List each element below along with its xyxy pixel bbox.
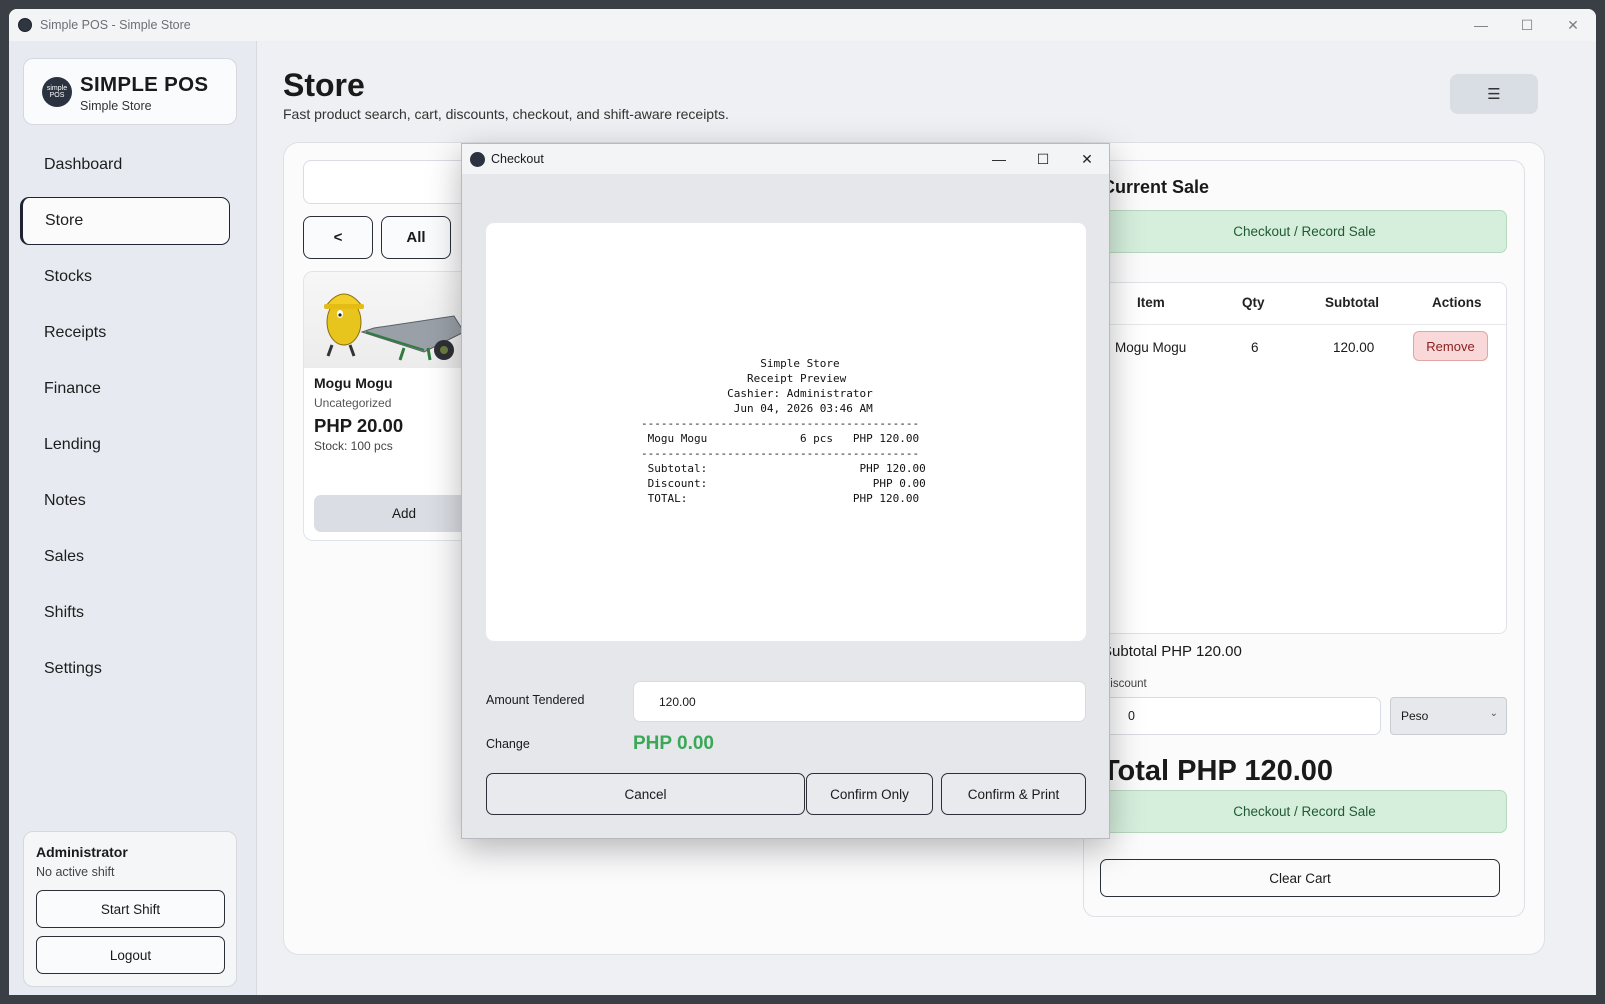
amount-tendered-label: Amount Tendered [486, 693, 585, 707]
discount-input[interactable]: 0 [1102, 697, 1381, 735]
discount-type-select[interactable]: Peso ⌄ [1390, 697, 1507, 735]
cancel-button[interactable]: Cancel [486, 773, 805, 815]
user-card: Administrator No active shift Start Shif… [23, 831, 237, 987]
discount-type-value: Peso [1401, 709, 1429, 723]
receipt-line: Receipt Preview [641, 372, 847, 385]
subtotal-text: Subtotal PHP 120.00 [1102, 643, 1242, 660]
cart-header: Item Qty Subtotal Actions [1103, 283, 1506, 325]
dialog-minimize-icon[interactable]: — [977, 144, 1021, 174]
sidebar-item-finance[interactable]: Finance [20, 365, 244, 413]
checkout-dialog: Checkout — ☐ ✕ Simple Store Receipt Prev… [461, 143, 1110, 839]
page-subtitle: Fast product search, cart, discounts, ch… [283, 106, 729, 122]
change-value: PHP 0.00 [633, 733, 714, 754]
product-category: Uncategorized [314, 396, 392, 410]
brand-card: simple POS SIMPLE POS Simple Store [23, 58, 237, 125]
menu-button[interactable]: ☰ [1450, 74, 1538, 114]
hamburger-icon: ☰ [1487, 86, 1501, 103]
receipt-line: ----------------------------------------… [641, 417, 920, 430]
dialog-maximize-icon[interactable]: ☐ [1021, 144, 1065, 174]
clear-cart-button[interactable]: Clear Cart [1100, 859, 1500, 897]
receipt-text: Simple Store Receipt Preview Cashier: Ad… [641, 356, 926, 506]
product-stock: Stock: 100 pcs [314, 439, 393, 453]
column-header-subtotal: Subtotal [1325, 295, 1379, 310]
cart-item-qty: 6 [1251, 340, 1259, 355]
cart-table: Item Qty Subtotal Actions Mogu Mogu 6 12… [1102, 282, 1507, 634]
confirm-print-button[interactable]: Confirm & Print [941, 773, 1086, 815]
current-sale-panel: Current Sale Checkout / Record Sale Item… [1083, 160, 1525, 917]
dialog-window-controls: — ☐ ✕ [977, 144, 1109, 174]
sidebar-nav: Dashboard Store Stocks Receipts Finance … [20, 141, 244, 701]
brand-logo-icon: simple POS [42, 77, 72, 107]
close-icon[interactable]: ✕ [1550, 9, 1596, 41]
dialog-title-bar: Checkout — ☐ ✕ [462, 144, 1109, 174]
column-header-qty: Qty [1242, 295, 1265, 310]
dialog-close-icon[interactable]: ✕ [1065, 144, 1109, 174]
window-controls: — ☐ ✕ [1458, 9, 1596, 41]
maximize-icon[interactable]: ☐ [1504, 9, 1550, 41]
minimize-icon[interactable]: — [1458, 9, 1504, 41]
page-title: Store [283, 67, 365, 103]
receipt-line: Discount: PHP 0.00 [641, 477, 926, 490]
shift-status: No active shift [36, 865, 115, 879]
checkout-bottom-button[interactable]: Checkout / Record Sale [1102, 790, 1507, 833]
cart-item-subtotal: 120.00 [1333, 340, 1375, 355]
current-sale-title: Current Sale [1102, 177, 1210, 197]
receipt-line: ----------------------------------------… [641, 447, 920, 460]
start-shift-button[interactable]: Start Shift [36, 890, 225, 928]
app-logo-icon [18, 18, 32, 32]
brand-store: Simple Store [80, 99, 152, 113]
product-name: Mogu Mogu [314, 375, 393, 391]
window-title: Simple POS - Simple Store [40, 18, 191, 32]
change-label: Change [486, 737, 530, 751]
remove-item-button[interactable]: Remove [1413, 331, 1488, 361]
brand-name: SIMPLE POS [80, 73, 209, 96]
confirm-only-button[interactable]: Confirm Only [806, 773, 933, 815]
sidebar-item-dashboard[interactable]: Dashboard [20, 141, 244, 189]
receipt-line: Mogu Mogu 6 pcs PHP 120.00 [641, 432, 920, 445]
sidebar-item-store[interactable]: Store [20, 197, 230, 245]
sidebar-item-sales[interactable]: Sales [20, 533, 244, 581]
receipt-line: Cashier: Administrator [641, 387, 873, 400]
receipt-line: Simple Store [641, 357, 840, 370]
title-bar: Simple POS - Simple Store — ☐ ✕ [9, 9, 1596, 41]
dialog-logo-icon [470, 151, 485, 167]
sidebar-item-settings[interactable]: Settings [20, 645, 244, 693]
sidebar: simple POS SIMPLE POS Simple Store Dashb… [9, 41, 257, 995]
checkout-top-button[interactable]: Checkout / Record Sale [1102, 210, 1507, 253]
category-all-button[interactable]: All [381, 216, 451, 259]
sidebar-item-stocks[interactable]: Stocks [20, 253, 244, 301]
receipt-preview: Simple Store Receipt Preview Cashier: Ad… [486, 223, 1086, 641]
chevron-down-icon: ⌄ [1489, 708, 1498, 719]
column-header-item: Item [1137, 295, 1165, 310]
sidebar-item-lending[interactable]: Lending [20, 421, 244, 469]
sidebar-item-shifts[interactable]: Shifts [20, 589, 244, 637]
sidebar-item-receipts[interactable]: Receipts [20, 309, 244, 357]
product-price: PHP 20.00 [314, 415, 404, 436]
category-back-button[interactable]: < [303, 216, 373, 259]
total-text: Total PHP 120.00 [1102, 755, 1334, 787]
receipt-line: Subtotal: PHP 120.00 [641, 462, 926, 475]
cart-item-name: Mogu Mogu [1115, 340, 1187, 355]
receipt-line: TOTAL: PHP 120.00 [641, 492, 920, 505]
receipt-line: Jun 04, 2026 03:46 AM [641, 402, 873, 415]
column-header-actions: Actions [1432, 295, 1482, 310]
user-name: Administrator [36, 844, 128, 860]
amount-tendered-input[interactable]: 120.00 [633, 681, 1086, 722]
logout-button[interactable]: Logout [36, 936, 225, 974]
dialog-title: Checkout [491, 152, 544, 166]
sidebar-item-notes[interactable]: Notes [20, 477, 244, 525]
